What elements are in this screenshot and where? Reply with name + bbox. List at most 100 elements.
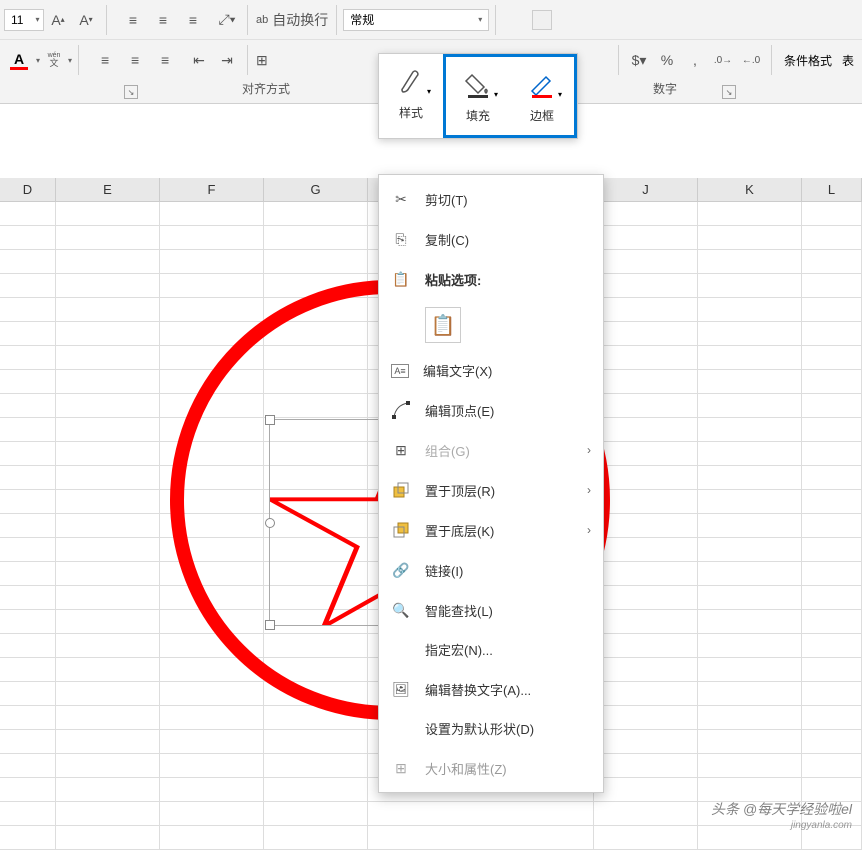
- grid-cell[interactable]: [0, 826, 56, 849]
- grid-cell[interactable]: [0, 394, 56, 417]
- grid-cell[interactable]: [56, 442, 160, 465]
- grid-cell[interactable]: [698, 298, 802, 321]
- grid-cell[interactable]: [802, 418, 862, 441]
- grid-cell[interactable]: [802, 466, 862, 489]
- conditional-format-label[interactable]: 条件格式: [778, 52, 838, 69]
- menu-copy[interactable]: ⎘ 复制(C): [379, 219, 603, 259]
- grid-cell[interactable]: [264, 490, 368, 513]
- grid-cell[interactable]: [0, 274, 56, 297]
- menu-edit-text[interactable]: A≡ 编辑文字(X): [379, 351, 603, 390]
- grid-cell[interactable]: [0, 370, 56, 393]
- grid-cell[interactable]: [594, 754, 698, 777]
- col-header-j[interactable]: J: [594, 178, 698, 201]
- grid-cell[interactable]: [802, 634, 862, 657]
- grid-cell[interactable]: [0, 610, 56, 633]
- grid-cell[interactable]: [160, 322, 264, 345]
- grid-cell[interactable]: [160, 442, 264, 465]
- align-top-button[interactable]: ≡: [121, 8, 145, 32]
- grid-cell[interactable]: [802, 778, 862, 801]
- grid-cell[interactable]: [698, 562, 802, 585]
- grid-cell[interactable]: [0, 802, 56, 825]
- grid-cell[interactable]: [264, 826, 368, 849]
- grid-cell[interactable]: [802, 706, 862, 729]
- grid-cell[interactable]: [594, 418, 698, 441]
- align-middle-button[interactable]: ≡: [151, 8, 175, 32]
- col-header-l[interactable]: L: [802, 178, 862, 201]
- align-left-button[interactable]: ≡: [93, 48, 117, 72]
- grid-cell[interactable]: [160, 706, 264, 729]
- grid-cell[interactable]: [264, 610, 368, 633]
- grid-cell[interactable]: [56, 658, 160, 681]
- grid-cell[interactable]: [0, 586, 56, 609]
- grid-cell[interactable]: [802, 442, 862, 465]
- grid-cell[interactable]: [160, 562, 264, 585]
- fill-button[interactable]: ▾ 填充: [446, 57, 510, 135]
- grid-cell[interactable]: [160, 634, 264, 657]
- grid-cell[interactable]: [264, 442, 368, 465]
- grid-cell[interactable]: [264, 514, 368, 537]
- paste-button[interactable]: 📋: [425, 307, 461, 343]
- grid-cell[interactable]: [698, 610, 802, 633]
- grid-cell[interactable]: [160, 586, 264, 609]
- grid-cell[interactable]: [0, 658, 56, 681]
- grid-cell[interactable]: [594, 202, 698, 225]
- grid-cell[interactable]: [698, 730, 802, 753]
- grid-cell[interactable]: [0, 298, 56, 321]
- grid-cell[interactable]: [264, 466, 368, 489]
- grid-cell[interactable]: [264, 658, 368, 681]
- grid-cell[interactable]: [802, 538, 862, 561]
- grid-cell[interactable]: [56, 250, 160, 273]
- grid-cell[interactable]: [594, 682, 698, 705]
- col-header-e[interactable]: E: [56, 178, 160, 201]
- align-bottom-button[interactable]: ≡: [181, 8, 205, 32]
- table-label[interactable]: 表: [838, 52, 858, 69]
- menu-link[interactable]: 🔗 链接(I): [379, 550, 603, 590]
- grid-cell[interactable]: [594, 610, 698, 633]
- comma-button[interactable]: ,: [683, 48, 707, 72]
- grid-cell[interactable]: [264, 778, 368, 801]
- grid-cell[interactable]: [594, 370, 698, 393]
- border-button[interactable]: ▾ 边框: [510, 57, 574, 135]
- grid-cell[interactable]: [56, 802, 160, 825]
- grid-cell[interactable]: [264, 634, 368, 657]
- grid-cell[interactable]: [264, 538, 368, 561]
- grid-cell[interactable]: [698, 442, 802, 465]
- grid-cell[interactable]: [698, 202, 802, 225]
- menu-size-props[interactable]: ⊞ 大小和属性(Z): [379, 748, 603, 788]
- grid-cell[interactable]: [264, 682, 368, 705]
- style-button[interactable]: ▾ 样式: [379, 54, 443, 132]
- col-header-d[interactable]: D: [0, 178, 56, 201]
- grid-cell[interactable]: [594, 802, 698, 825]
- grid-cell[interactable]: [56, 562, 160, 585]
- grid-cell[interactable]: [802, 514, 862, 537]
- grid-cell[interactable]: [56, 634, 160, 657]
- menu-cut[interactable]: ✂ 剪切(T): [379, 179, 603, 219]
- grid-cell[interactable]: [56, 370, 160, 393]
- grid-cell[interactable]: [698, 490, 802, 513]
- grid-cell[interactable]: [160, 394, 264, 417]
- grid-cell[interactable]: [802, 610, 862, 633]
- grid-cell[interactable]: [160, 202, 264, 225]
- grid-cell[interactable]: [698, 586, 802, 609]
- grid-cell[interactable]: [160, 514, 264, 537]
- grid-cell[interactable]: [698, 322, 802, 345]
- grid-cell[interactable]: [56, 538, 160, 561]
- grid-cell[interactable]: [264, 706, 368, 729]
- grid-cell[interactable]: [802, 394, 862, 417]
- menu-edit-points[interactable]: 编辑顶点(E): [379, 390, 603, 430]
- grid-cell[interactable]: [698, 394, 802, 417]
- increase-font-button[interactable]: A▴: [46, 8, 70, 32]
- grid-cell[interactable]: [160, 730, 264, 753]
- grid-cell[interactable]: [264, 394, 368, 417]
- align-center-button[interactable]: ≡: [123, 48, 147, 72]
- grid-cell[interactable]: [802, 754, 862, 777]
- menu-assign-macro[interactable]: 指定宏(N)...: [379, 630, 603, 669]
- grid-cell[interactable]: [160, 250, 264, 273]
- grid-cell[interactable]: [802, 730, 862, 753]
- grid-cell[interactable]: [56, 514, 160, 537]
- grid-cell[interactable]: [160, 274, 264, 297]
- grid-cell[interactable]: [0, 226, 56, 249]
- grid-cell[interactable]: [56, 298, 160, 321]
- grid-cell[interactable]: [264, 370, 368, 393]
- grid-cell[interactable]: [802, 346, 862, 369]
